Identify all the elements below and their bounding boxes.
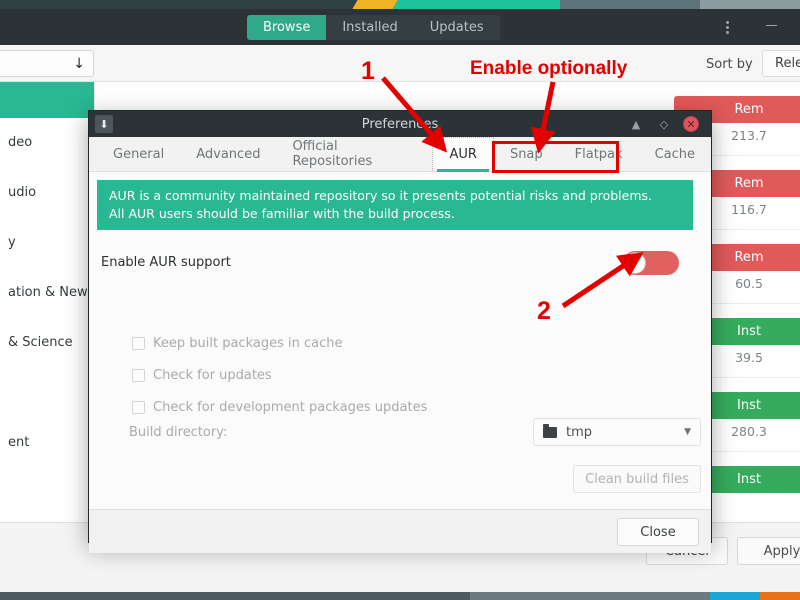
tab-advanced[interactable]: Advanced (180, 137, 276, 171)
toolbar: ories ↓ Sort by Relev (0, 45, 800, 82)
enable-aur-row: Enable AUR support (101, 250, 691, 276)
checkbox-icon (132, 336, 145, 350)
dialog-body: AUR is a community maintained repository… (89, 172, 711, 509)
folder-icon (543, 423, 557, 438)
sidebar-item-security[interactable]: y (0, 218, 94, 268)
arrow-down-icon: ↓ (73, 55, 85, 72)
app-header: Browse Installed Updates (0, 9, 800, 45)
dialog-footer: Close (89, 509, 711, 553)
tab-official-repositories[interactable]: Official Repositories (276, 137, 432, 171)
build-directory-label: Build directory: (129, 425, 228, 440)
category-select[interactable]: ories ↓ (0, 50, 94, 77)
checkbox-icon (132, 368, 145, 382)
enable-aur-toggle[interactable] (623, 251, 679, 275)
apply-button[interactable]: Apply (737, 537, 800, 565)
enable-aur-label: Enable AUR support (101, 255, 231, 270)
eject-icon[interactable]: ▲ (629, 117, 643, 131)
dialog-title: Preferences (361, 116, 439, 132)
main-tabs: Browse Installed Updates (247, 15, 500, 40)
minimize-icon[interactable] (766, 25, 780, 27)
close-icon[interactable]: ✕ (683, 116, 699, 132)
notice-line-2: All AUR users should be familiar with th… (109, 206, 455, 221)
screen-root: Browse Installed Updates ories ↓ Sort by… (0, 0, 800, 600)
build-directory-value: tmp (566, 424, 593, 440)
checkbox-label: Check for updates (153, 367, 272, 383)
checkbox-keep-built-packages[interactable]: Keep built packages in cache (132, 332, 552, 354)
sidebar-item-video[interactable]: deo (0, 118, 94, 168)
sidebar-item-education-news[interactable]: ation & News (0, 268, 94, 318)
kebab-menu-icon[interactable] (726, 21, 730, 35)
desktop-wallpaper-top (0, 0, 800, 9)
download-icon: ⬇ (95, 115, 113, 133)
clean-build-files-button[interactable]: Clean build files (573, 465, 701, 493)
checkbox-label: Check for development packages updates (153, 399, 428, 415)
sidebar-item-development[interactable]: ent (0, 418, 94, 468)
tab-flatpak[interactable]: Flatpak (559, 137, 639, 171)
tab-cache[interactable]: Cache (639, 137, 711, 171)
tab-updates[interactable]: Updates (414, 15, 500, 40)
checkbox-icon (132, 400, 145, 414)
close-button[interactable]: Close (617, 518, 699, 546)
preferences-dialog: ⬇ Preferences ▲ ◇ ✕ General Advanced Off… (88, 110, 712, 553)
sort-by-select[interactable]: Relev (762, 50, 800, 77)
dialog-tabs: General Advanced Official Repositories A… (89, 137, 711, 172)
checkbox-label: Keep built packages in cache (153, 335, 343, 351)
sort-by-label: Sort by (706, 57, 753, 72)
dialog-titlebar[interactable]: ⬇ Preferences ▲ ◇ ✕ (89, 111, 711, 137)
restore-icon[interactable]: ◇ (657, 117, 671, 131)
tab-aur[interactable]: AUR (432, 137, 494, 172)
sidebar-item-science[interactable]: & Science (0, 318, 94, 368)
sidebar-item-blank[interactable] (0, 368, 94, 418)
tab-installed[interactable]: Installed (326, 15, 413, 40)
chevron-down-icon: ▼ (684, 427, 691, 437)
checkbox-check-for-updates[interactable]: Check for updates (132, 364, 552, 386)
notice-line-1: AUR is a community maintained repository… (109, 188, 652, 203)
category-sidebar: deo udio y ation & News & Science ent (0, 82, 95, 522)
sidebar-item-selected[interactable] (0, 82, 94, 118)
sort-by-value: Relev (775, 56, 800, 71)
desktop-wallpaper-bottom (0, 592, 800, 600)
build-directory-select[interactable]: tmp ▼ (533, 418, 701, 446)
tab-snap[interactable]: Snap (494, 137, 559, 171)
sidebar-item-audio[interactable]: udio (0, 168, 94, 218)
tab-browse[interactable]: Browse (247, 15, 327, 40)
checkbox-check-devel-updates[interactable]: Check for development packages updates (132, 396, 552, 418)
tab-general[interactable]: General (97, 137, 180, 171)
aur-warning-notice: AUR is a community maintained repository… (97, 180, 693, 230)
toggle-knob (624, 252, 646, 274)
